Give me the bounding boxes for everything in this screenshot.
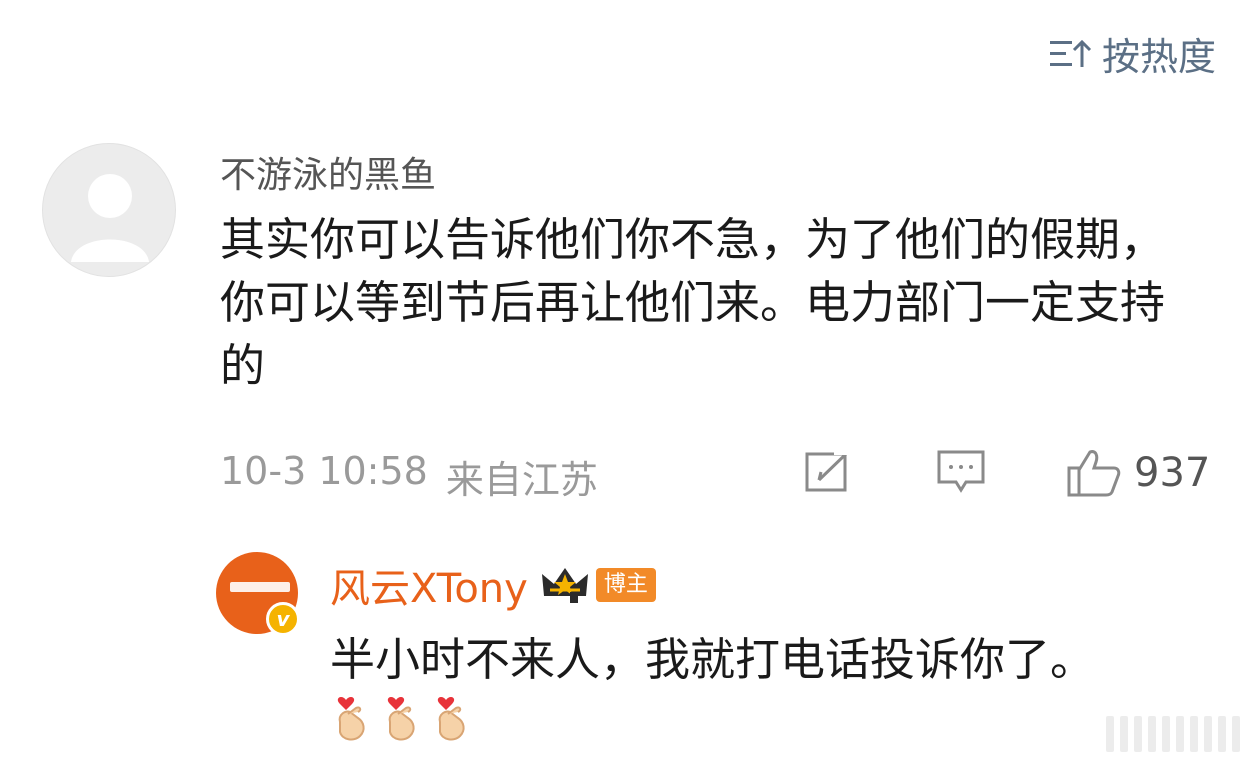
comment-username[interactable]: 不游泳的黑鱼 (220, 146, 436, 198)
comment-button[interactable] (936, 448, 986, 494)
sort-by-hot-button[interactable]: 按热度 (1048, 26, 1216, 81)
finger-heart-emoji (380, 692, 424, 742)
blogger-badge: 博主 (595, 568, 656, 602)
comment-location: 来自江苏 (445, 458, 598, 502)
watermark (1106, 716, 1240, 752)
reply-username[interactable]: 风云XTony (330, 556, 528, 614)
crown-icon (540, 566, 590, 604)
comment-time: 10-3 10:58 (220, 449, 428, 493)
comment-icon (936, 448, 986, 494)
sort-icon (1048, 37, 1092, 71)
repost-icon (804, 448, 854, 494)
like-icon (1066, 448, 1122, 498)
like-count: 937 (1134, 450, 1211, 496)
reply-text: 半小时不来人，我就打电话投诉你了。 (330, 633, 1096, 686)
comment-meta: 10-3 10:58 来自江苏 (220, 449, 598, 504)
finger-heart-emoji (430, 692, 474, 742)
repost-button[interactable] (804, 448, 854, 494)
finger-heart-emoji (330, 692, 374, 742)
emoji-row (330, 692, 474, 742)
verified-v-icon: v (266, 602, 300, 636)
like-button[interactable]: 937 (1066, 448, 1210, 498)
sort-label: 按热度 (1101, 35, 1216, 79)
default-avatar-icon[interactable] (42, 143, 176, 277)
comment-text: 其实你可以告诉他们你不急，为了他们的假期，你可以等到节后再让他们来。电力部门一定… (220, 213, 1166, 392)
reply-header: 风云XTony 博主 (330, 556, 656, 614)
